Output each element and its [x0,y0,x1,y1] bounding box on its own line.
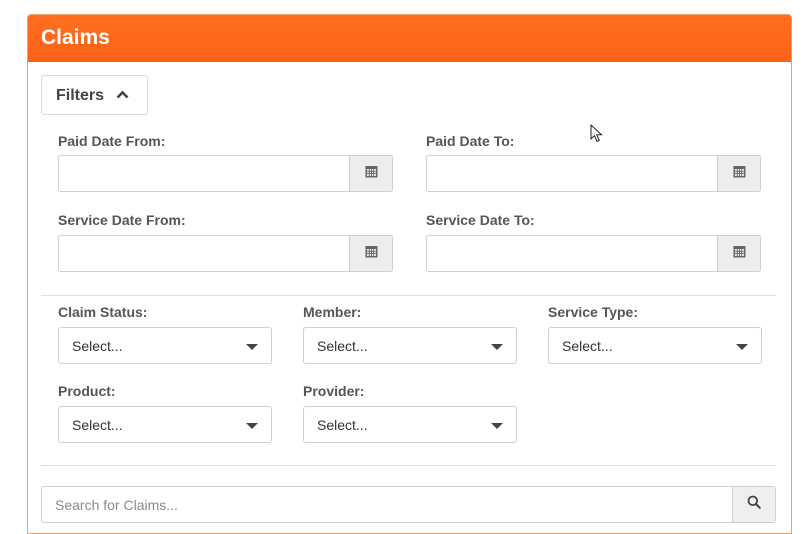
service-date-from-calendar-button[interactable] [349,236,392,271]
service-type-selected: Select... [562,338,613,354]
caret-down-icon [246,344,258,350]
paid-date-to-calendar-button[interactable] [717,156,760,191]
paid-date-to-input[interactable] [427,156,717,191]
claims-panel: Claims Filters Paid Date From: Paid Date… [27,14,792,534]
service-type-label: Service Type: [548,304,639,320]
paid-date-from-input[interactable] [59,156,349,191]
service-type-select[interactable]: Select... [548,327,762,364]
search-button[interactable] [732,487,775,522]
paid-date-to-label: Paid Date To: [426,133,515,149]
service-date-from-group [58,235,393,272]
paid-date-from-calendar-button[interactable] [349,156,392,191]
caret-down-icon [491,423,503,429]
filters-toggle-button[interactable]: Filters [41,75,148,115]
filters-toggle-label: Filters [56,87,105,104]
calendar-icon [365,165,378,183]
member-select[interactable]: Select... [303,327,517,364]
panel-title: Claims [41,26,110,49]
claim-status-selected: Select... [72,338,123,354]
search-group [41,486,776,523]
panel-header: Claims [28,15,791,62]
service-date-to-label: Service Date To: [426,212,535,228]
search-input[interactable] [42,487,732,522]
provider-select[interactable]: Select... [303,406,517,443]
paid-date-to-group [426,155,761,192]
service-date-from-label: Service Date From: [58,212,186,228]
calendar-icon [365,245,378,263]
product-selected: Select... [72,417,123,433]
search-icon [747,495,761,514]
member-label: Member: [303,304,362,320]
chevron-up-icon [116,86,129,104]
paid-date-from-group [58,155,393,192]
member-selected: Select... [317,338,368,354]
service-date-to-input[interactable] [427,236,717,271]
product-select[interactable]: Select... [58,406,272,443]
paid-date-from-label: Paid Date From: [58,133,166,149]
caret-down-icon [491,344,503,350]
service-date-to-calendar-button[interactable] [717,236,760,271]
mouse-cursor [590,123,603,148]
caret-down-icon [736,344,748,350]
calendar-icon [733,165,746,183]
caret-down-icon [246,423,258,429]
service-date-from-input[interactable] [59,236,349,271]
product-label: Product: [58,383,116,399]
claim-status-select[interactable]: Select... [58,327,272,364]
calendar-icon [733,245,746,263]
claim-status-label: Claim Status: [58,304,148,320]
provider-selected: Select... [317,417,368,433]
service-date-to-group [426,235,761,272]
provider-label: Provider: [303,383,365,399]
filters-divider [41,295,776,296]
search-divider [41,465,776,466]
